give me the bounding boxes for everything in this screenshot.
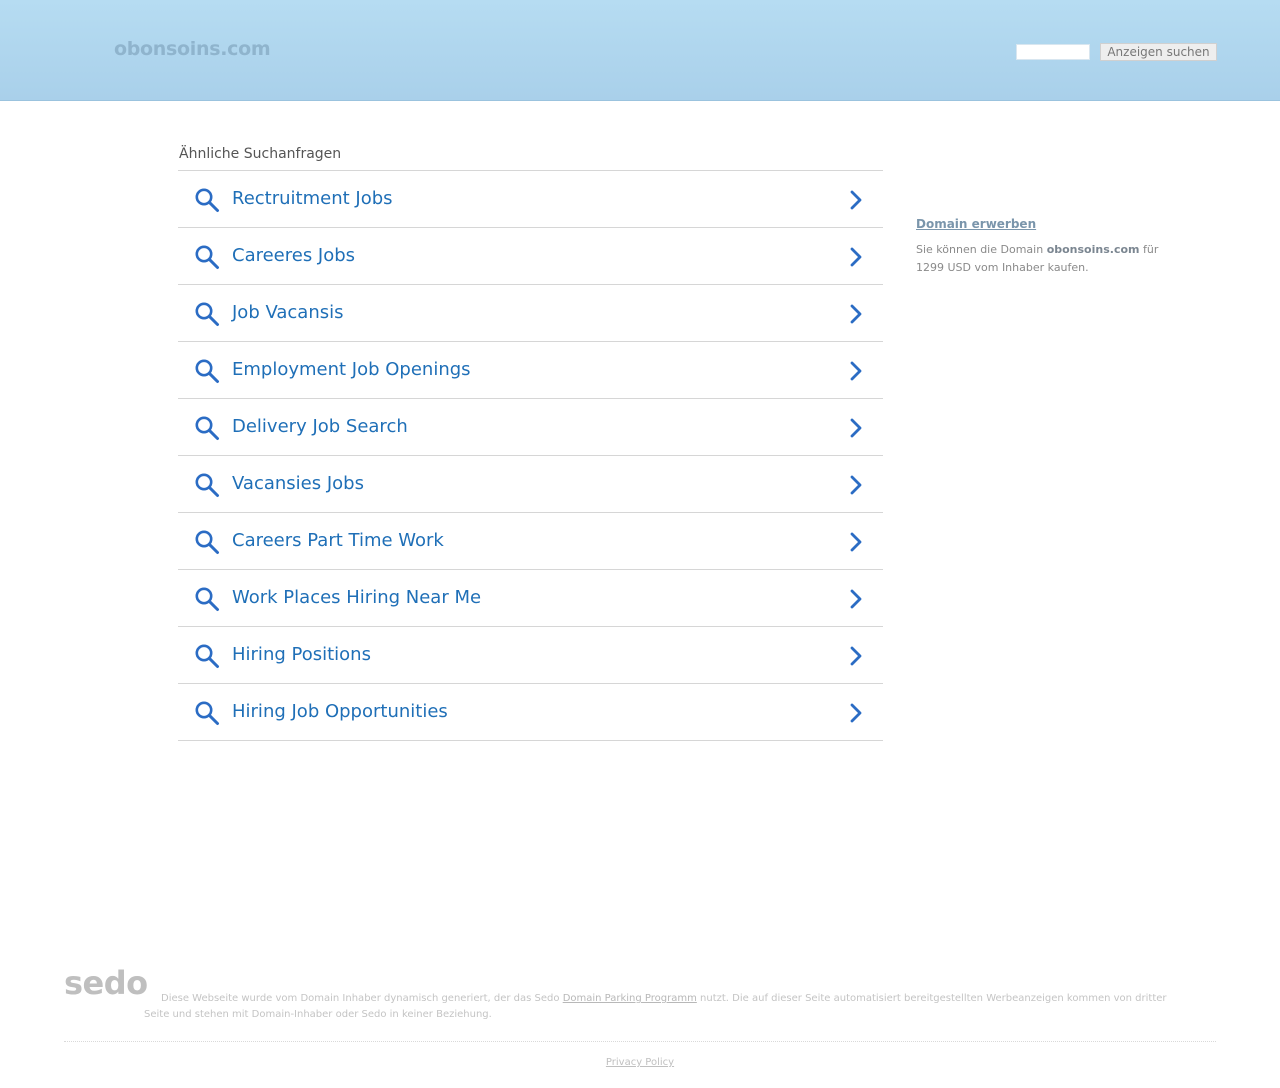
related-search-label[interactable]: Delivery Job Search: [232, 416, 408, 437]
related-searches-heading: Ähnliche Suchanfragen: [179, 146, 342, 162]
search-input[interactable]: [1016, 44, 1090, 60]
header: obonsoins.com Anzeigen suchen: [0, 0, 1280, 101]
domain-sidebar: Domain erwerben Sie können die Domain ob…: [916, 217, 1186, 277]
sedo-logo: sedo: [64, 964, 148, 1002]
search-icon: [195, 245, 219, 269]
related-search-label[interactable]: Careers Part Time Work: [232, 530, 444, 551]
chevron-right-icon: [850, 703, 862, 723]
search-icon: [195, 473, 219, 497]
disclaimer-text-before: Diese Webseite wurde vom Domain Inhaber …: [161, 993, 563, 1004]
chevron-right-icon: [850, 532, 862, 552]
price-text-before: Sie können die Domain: [916, 243, 1047, 256]
footer-disclaimer: Diese Webseite wurde vom Domain Inhaber …: [144, 991, 1184, 1023]
domain-price-text: Sie können die Domain obonsoins.com für …: [916, 241, 1186, 277]
related-search-label[interactable]: Job Vacansis: [232, 302, 344, 323]
chevron-right-icon: [850, 304, 862, 324]
related-searches-list: Rectruitment Jobs Careeres Jobs Job Vacans…: [178, 170, 883, 741]
domain-parking-link[interactable]: Domain Parking Programm: [563, 993, 697, 1004]
chevron-right-icon: [850, 418, 862, 438]
search-icon: [195, 302, 219, 326]
chevron-right-icon: [850, 589, 862, 609]
related-search-label[interactable]: Careeres Jobs: [232, 245, 355, 266]
search-icon: [195, 701, 219, 725]
related-search-item[interactable]: Job Vacansis: [178, 285, 883, 342]
related-search-label[interactable]: Hiring Positions: [232, 644, 371, 665]
search-icon: [195, 530, 219, 554]
related-search-label[interactable]: Vacansies Jobs: [232, 473, 364, 494]
related-search-item[interactable]: Careers Part Time Work: [178, 513, 883, 570]
chevron-right-icon: [850, 247, 862, 267]
privacy-policy-link[interactable]: Privacy Policy: [606, 1057, 674, 1068]
related-search-item[interactable]: Careeres Jobs: [178, 228, 883, 285]
chevron-right-icon: [850, 475, 862, 495]
chevron-right-icon: [850, 646, 862, 666]
footer-divider: [64, 1041, 1216, 1042]
privacy-policy: Privacy Policy: [0, 1057, 1280, 1068]
related-search-item[interactable]: Employment Job Openings: [178, 342, 883, 399]
price-text-domain: obonsoins.com: [1046, 243, 1140, 256]
search-button[interactable]: Anzeigen suchen: [1100, 43, 1217, 61]
related-search-label[interactable]: Work Places Hiring Near Me: [232, 587, 481, 608]
related-search-label[interactable]: Rectruitment Jobs: [232, 188, 393, 209]
search-icon: [195, 587, 219, 611]
related-search-item[interactable]: Work Places Hiring Near Me: [178, 570, 883, 627]
related-search-item[interactable]: Rectruitment Jobs: [178, 171, 883, 228]
related-search-item[interactable]: Hiring Job Opportunities: [178, 684, 883, 741]
related-search-item[interactable]: Hiring Positions: [178, 627, 883, 684]
search-icon: [195, 644, 219, 668]
chevron-right-icon: [850, 361, 862, 381]
buy-domain-link[interactable]: Domain erwerben: [916, 217, 1186, 231]
search-icon: [195, 416, 219, 440]
related-search-label[interactable]: Hiring Job Opportunities: [232, 701, 448, 722]
chevron-right-icon: [850, 190, 862, 210]
domain-title[interactable]: obonsoins.com: [114, 38, 271, 60]
related-search-item[interactable]: Vacansies Jobs: [178, 456, 883, 513]
related-search-item[interactable]: Delivery Job Search: [178, 399, 883, 456]
related-search-label[interactable]: Employment Job Openings: [232, 359, 471, 380]
search-icon: [195, 359, 219, 383]
search-icon: [195, 188, 219, 212]
